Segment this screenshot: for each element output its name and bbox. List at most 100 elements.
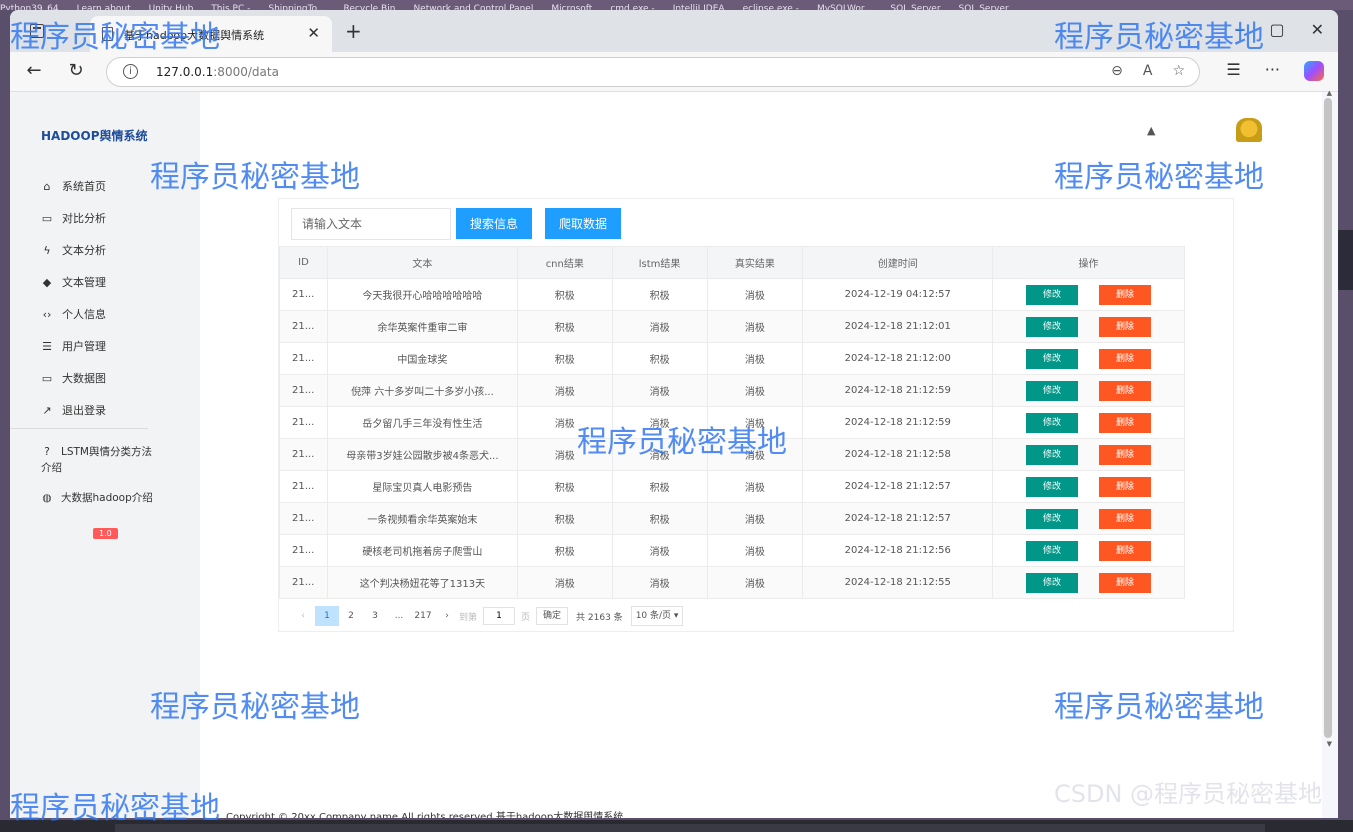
edit-button[interactable]: 修改: [1026, 348, 1079, 369]
browser-tab[interactable]: 基于hadoop大数据舆情系统 ✕: [90, 16, 332, 52]
delete-button[interactable]: 删除: [1099, 316, 1152, 337]
prev-page-button[interactable]: ‹: [291, 606, 315, 626]
page-button[interactable]: 2: [339, 606, 363, 626]
copilot-icon[interactable]: [1304, 60, 1324, 81]
cell-actions: 修改 删除: [992, 470, 1185, 503]
column-header-real[interactable]: 真实结果: [706, 246, 804, 279]
cell-real: 消极: [706, 278, 804, 311]
cell-time: 2024-12-18 21:12:57: [802, 502, 994, 535]
column-header-lstm[interactable]: lstm结果: [611, 246, 708, 279]
favorite-star-icon[interactable]: ☆: [1172, 63, 1185, 79]
trend-icon: ↗: [42, 403, 52, 417]
read-aloud-icon[interactable]: A: [1143, 63, 1153, 79]
crawl-button[interactable]: 爬取数据: [545, 208, 622, 239]
delete-button[interactable]: 删除: [1099, 540, 1152, 561]
more-icon[interactable]: ···: [1265, 60, 1280, 79]
back-icon[interactable]: ←: [22, 60, 46, 81]
edit-button[interactable]: 修改: [1026, 444, 1079, 465]
delete-button[interactable]: 删除: [1099, 380, 1152, 401]
page-button[interactable]: 1: [315, 606, 339, 626]
data-table: ID 文本 cnn结果 lstm结果 真实结果 创建时间 操作 21... 今天我…: [279, 246, 1185, 599]
sidebar-item-users[interactable]: ☰ 用户管理: [41, 330, 106, 362]
avatar[interactable]: [1236, 118, 1262, 142]
next-page-button[interactable]: ›: [435, 606, 459, 626]
search-button[interactable]: 搜索信息: [456, 208, 533, 239]
compare-icon: ▭: [41, 211, 53, 225]
minimize-icon[interactable]: –: [1235, 20, 1243, 39]
site-info-icon[interactable]: i: [123, 64, 138, 79]
cell-id: 21...: [279, 342, 328, 375]
scrollbar[interactable]: [1324, 98, 1332, 738]
scroll-up-icon[interactable]: ▲: [1327, 89, 1332, 97]
version-badge: 1.0: [93, 528, 118, 539]
column-header-actions: 操作: [992, 246, 1185, 279]
goto-confirm-button[interactable]: 确定: [536, 607, 569, 625]
delete-button[interactable]: 删除: [1099, 412, 1152, 433]
page-button[interactable]: 3: [363, 606, 387, 626]
sidebar-item-profile[interactable]: ‹› 个人信息: [41, 298, 106, 330]
column-header-text[interactable]: 文本: [326, 246, 518, 279]
table-body: 21... 今天我很开心哈哈哈哈哈哈 积极 积极 消极 2024-12-19 04:12:…: [279, 278, 1185, 599]
page-button[interactable]: 217: [411, 606, 435, 626]
sidebar-item-lstm-intro[interactable]: ? LSTM舆情分类方法介绍: [41, 444, 161, 476]
workspaces-icon[interactable]: [30, 24, 44, 38]
bolt-icon: ϟ: [43, 243, 51, 257]
list-icon: ☰: [42, 339, 52, 353]
cell-lstm: 消极: [611, 438, 708, 471]
edit-button[interactable]: 修改: [1026, 540, 1079, 561]
address-bar[interactable]: i 127.0.0.1:8000/data ⊖ A ☆: [106, 57, 1200, 87]
edit-button[interactable]: 修改: [1026, 508, 1079, 529]
favorites-icon[interactable]: ☰: [1226, 60, 1240, 79]
sidebar-item-bigdata-chart[interactable]: ▭ 大数据图: [41, 362, 106, 394]
close-window-icon[interactable]: ✕: [1311, 20, 1324, 39]
sidebar-item-text-analysis[interactable]: ϟ 文本分析: [41, 234, 106, 266]
new-tab-button[interactable]: +: [345, 19, 362, 43]
delete-button[interactable]: 删除: [1099, 508, 1152, 529]
cell-text: 星际宝贝真人电影预告: [326, 470, 518, 503]
sidebar-item-logout[interactable]: ↗ 退出登录: [41, 394, 106, 426]
column-header-time[interactable]: 创建时间: [802, 246, 994, 279]
edit-button[interactable]: 修改: [1026, 380, 1079, 401]
cell-id: 21...: [279, 502, 328, 535]
goto-page-input[interactable]: [483, 607, 516, 625]
column-header-id[interactable]: ID: [279, 246, 328, 279]
sidebar-item-text-manage[interactable]: ◆ 文本管理: [41, 266, 106, 298]
sidebar-item-hadoop-intro[interactable]: ◍ 大数据hadoop介绍: [41, 490, 161, 506]
edit-button[interactable]: 修改: [1026, 572, 1079, 593]
sidebar: HADOOP舆情系统 ⌂ 系统首页 ▭ 对比分析 ϟ 文本分析 ◆ 文本管理 ‹› 个人信…: [10, 92, 200, 818]
search-input[interactable]: [291, 208, 451, 240]
cell-real: 消极: [706, 374, 804, 407]
cell-time: 2024-12-18 21:12:01: [802, 310, 994, 343]
sidebar-item-compare[interactable]: ▭ 对比分析: [41, 202, 106, 234]
total-count: 共 2163 条: [576, 612, 623, 623]
table-row: 21... 母亲带3岁娃公园散步被4条恶犬... 消极 消极 消极 2024-12-18 …: [279, 438, 1185, 471]
delete-button[interactable]: 删除: [1099, 476, 1152, 497]
sidebar-item-home[interactable]: ⌂ 系统首页: [41, 170, 107, 202]
zoom-icon[interactable]: ⊖: [1111, 63, 1123, 79]
table-header-row: ID 文本 cnn结果 lstm结果 真实结果 创建时间 操作: [279, 246, 1185, 279]
edit-button[interactable]: 修改: [1026, 476, 1079, 497]
cell-text: 倪萍 六十多岁叫二十多岁小孩...: [326, 374, 518, 407]
maximize-icon[interactable]: ▢: [1269, 20, 1284, 39]
chevron-down-icon: ▾: [673, 611, 679, 621]
edit-button[interactable]: 修改: [1026, 284, 1079, 305]
home-icon: ⌂: [43, 179, 51, 193]
url-text[interactable]: 127.0.0.1:8000/data: [156, 65, 279, 79]
scroll-down-icon[interactable]: ▼: [1327, 740, 1332, 748]
delete-button[interactable]: 删除: [1099, 348, 1152, 369]
delete-button[interactable]: 删除: [1099, 444, 1152, 465]
close-tab-icon[interactable]: ✕: [307, 24, 320, 42]
column-header-cnn[interactable]: cnn结果: [516, 246, 613, 279]
table-row: 21... 硬核老司机拖着房子爬雪山 积极 消极 消极 2024-12-18 21:12:…: [279, 534, 1185, 567]
edit-button[interactable]: 修改: [1026, 412, 1079, 433]
cell-time: 2024-12-18 21:12:57: [802, 470, 994, 503]
delete-button[interactable]: 删除: [1099, 572, 1152, 593]
bell-icon[interactable]: ▲: [1147, 124, 1155, 137]
refresh-icon[interactable]: ↻: [64, 60, 88, 81]
cell-lstm: 积极: [611, 278, 708, 311]
delete-button[interactable]: 删除: [1099, 284, 1152, 305]
browser-toolbar: ← ↻ i 127.0.0.1:8000/data ⊖ A ☆ ☰ ···: [10, 52, 1338, 92]
edit-button[interactable]: 修改: [1026, 316, 1079, 337]
cell-cnn: 积极: [516, 470, 613, 503]
page-size-select[interactable]: 10 条/页 ▾: [630, 606, 684, 626]
